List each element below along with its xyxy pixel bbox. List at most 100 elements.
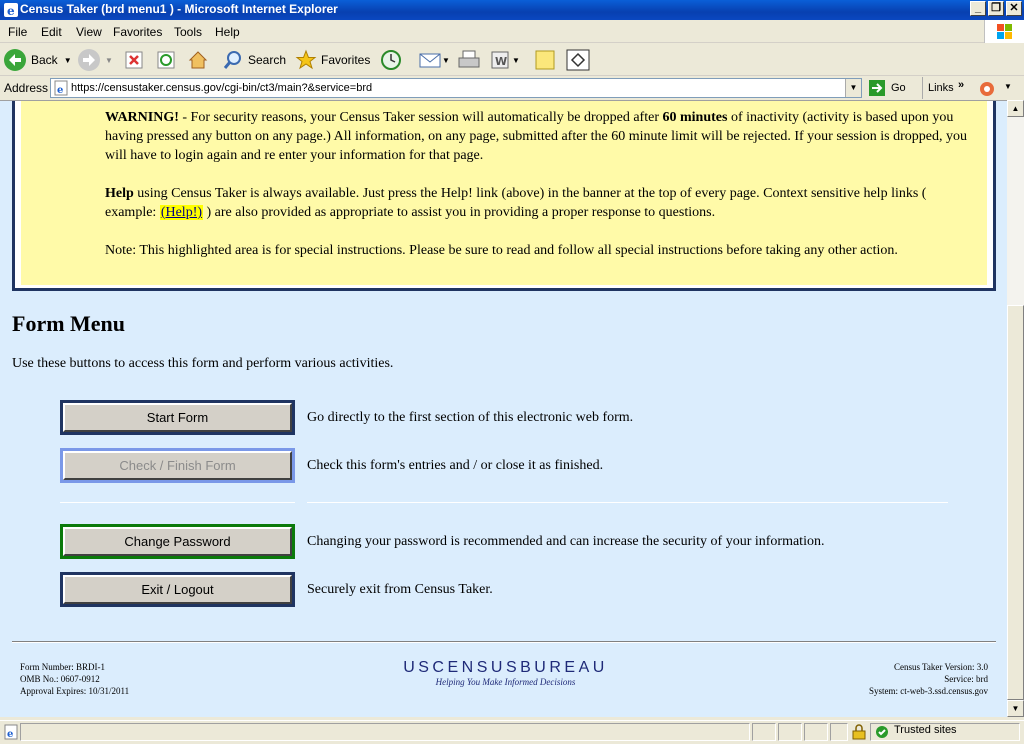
print-button[interactable] xyxy=(457,48,481,72)
chevron-right-icon[interactable]: » xyxy=(958,79,964,91)
chevron-down-icon[interactable]: ▼ xyxy=(64,56,72,65)
stop-icon xyxy=(125,51,143,69)
check-finish-frame: Check / Finish Form xyxy=(60,448,295,483)
notes-button[interactable] xyxy=(534,48,556,72)
vertical-scrollbar[interactable]: ▲ ▼ xyxy=(1007,100,1024,717)
menu-tools[interactable]: Tools xyxy=(174,25,202,39)
logo-tagline: Helping You Make Informed Decisions xyxy=(435,677,576,687)
search-icon xyxy=(223,51,241,69)
favorites-label: Favorites xyxy=(321,53,371,67)
form-number: Form Number: BRDI-1 xyxy=(20,662,105,672)
chevron-down-icon[interactable]: ▼ xyxy=(512,56,520,65)
history-icon xyxy=(381,50,401,70)
page-icon: e xyxy=(54,80,68,96)
note-icon xyxy=(535,50,555,70)
status-text-cell xyxy=(20,723,750,741)
menu-view[interactable]: View xyxy=(76,25,102,39)
home-button[interactable] xyxy=(187,48,209,72)
start-form-button[interactable]: Start Form xyxy=(63,403,292,432)
service: Service: brd xyxy=(944,674,988,684)
svg-text:e: e xyxy=(7,729,13,740)
forward-arrow-icon xyxy=(78,49,100,71)
back-label: Back xyxy=(31,53,58,67)
minimize-button[interactable]: _ xyxy=(970,1,986,16)
change-password-button[interactable]: Change Password xyxy=(63,527,292,556)
divider-right xyxy=(307,502,948,503)
omb-number: OMB No.: 0607-0912 xyxy=(20,674,100,684)
status-bar: e Trusted sites xyxy=(0,720,1024,744)
menu-help[interactable]: Help xyxy=(215,25,240,39)
window-title: Census Taker (brd menu1 ) - Microsoft In… xyxy=(20,2,338,16)
scroll-thumb[interactable] xyxy=(1007,305,1024,700)
special-instructions-box: WARNING! - For security reasons, your Ce… xyxy=(12,101,996,291)
url-text: https://censustaker.census.gov/cgi-bin/c… xyxy=(71,82,373,94)
intro-text: Use these buttons to access this form an… xyxy=(12,356,394,371)
address-label: Address xyxy=(4,81,49,95)
history-button[interactable] xyxy=(380,48,402,72)
divider-left xyxy=(60,502,295,503)
star-icon xyxy=(295,49,317,70)
exit-logout-description: Securely exit from Census Taker. xyxy=(307,582,493,597)
title-bar: e Census Taker (brd menu1 ) - Microsoft … xyxy=(0,0,1024,20)
menu-file[interactable]: File xyxy=(8,25,27,39)
printer-icon xyxy=(458,50,480,68)
go-arrow-icon xyxy=(869,80,885,96)
windows-logo-icon xyxy=(984,20,1024,43)
system: System: ct-web-3.ssd.census.gov xyxy=(869,686,988,696)
ie-icon: e xyxy=(4,3,18,18)
scroll-down-arrow-icon[interactable]: ▼ xyxy=(1007,700,1024,717)
warning-label: WARNING! xyxy=(105,110,179,125)
chevron-down-icon[interactable]: ▼ xyxy=(105,56,113,65)
address-input[interactable]: e https://censustaker.census.gov/cgi-bin… xyxy=(50,78,862,98)
exit-logout-frame: Exit / Logout xyxy=(60,572,295,607)
separator xyxy=(922,77,923,99)
check-icon xyxy=(876,726,888,738)
stop-button[interactable] xyxy=(124,48,144,72)
system-info: Census Taker Version: 3.0 Service: brd S… xyxy=(869,661,988,697)
close-button[interactable]: ✕ xyxy=(1006,1,1022,16)
lock-icon[interactable] xyxy=(852,724,866,740)
messenger-icon xyxy=(566,49,590,71)
refresh-icon xyxy=(157,51,175,69)
help-text-cont: ) are also provided as appropriate to as… xyxy=(203,205,716,220)
menu-favorites[interactable]: Favorites xyxy=(113,25,162,39)
form-info: Form Number: BRDI-1 OMB No.: 0607-0912 A… xyxy=(20,661,129,697)
search-label: Search xyxy=(248,53,287,67)
menu-edit[interactable]: Edit xyxy=(41,25,62,39)
menu-bar: File Edit View Favorites Tools Help xyxy=(0,20,1024,43)
zone-label: Trusted sites xyxy=(894,724,957,736)
restore-button[interactable]: ❐ xyxy=(988,1,1004,16)
warning-paragraph: WARNING! - For security reasons, your Ce… xyxy=(105,108,975,165)
status-cell xyxy=(752,723,776,741)
logo-text: USCENSUSBUREAU xyxy=(403,659,608,676)
exit-logout-button[interactable]: Exit / Logout xyxy=(63,575,292,604)
chevron-down-icon[interactable]: ▼ xyxy=(1004,82,1012,91)
help-link[interactable]: (Help!) xyxy=(159,205,204,220)
links-label[interactable]: Links xyxy=(928,82,954,94)
mail-button[interactable]: ▼ xyxy=(418,48,450,72)
ie-tools-icon[interactable] xyxy=(978,80,996,98)
scroll-up-arrow-icon[interactable]: ▲ xyxy=(1007,100,1024,117)
forward-button[interactable]: ▼ xyxy=(78,48,113,72)
check-finish-form-button[interactable]: Check / Finish Form xyxy=(63,451,292,480)
toolbar: Back ▼ ▼ Search Favorites ▼ W ▼ xyxy=(0,44,1024,76)
approval-expires: Approval Expires: 10/31/2011 xyxy=(20,686,130,696)
refresh-button[interactable] xyxy=(156,48,176,72)
go-button[interactable]: Go xyxy=(868,79,906,97)
status-cell xyxy=(778,723,802,741)
svg-text:W: W xyxy=(495,55,507,68)
back-button[interactable]: Back ▼ xyxy=(4,48,72,72)
back-arrow-icon xyxy=(4,49,26,71)
svg-text:e: e xyxy=(7,4,15,18)
search-button[interactable]: Search xyxy=(222,48,286,72)
chevron-down-icon[interactable]: ▼ xyxy=(845,79,861,97)
favorites-button[interactable]: Favorites xyxy=(295,48,370,72)
status-cell xyxy=(830,723,848,741)
home-icon xyxy=(188,51,208,69)
chevron-down-icon[interactable]: ▼ xyxy=(442,56,450,65)
edit-button[interactable]: W ▼ xyxy=(490,48,520,72)
note-paragraph: Note: This highlighted area is for speci… xyxy=(105,243,898,258)
help-label: Help xyxy=(105,186,134,201)
messenger-button[interactable] xyxy=(566,48,590,72)
address-bar: Address e https://censustaker.census.gov… xyxy=(0,77,1024,100)
